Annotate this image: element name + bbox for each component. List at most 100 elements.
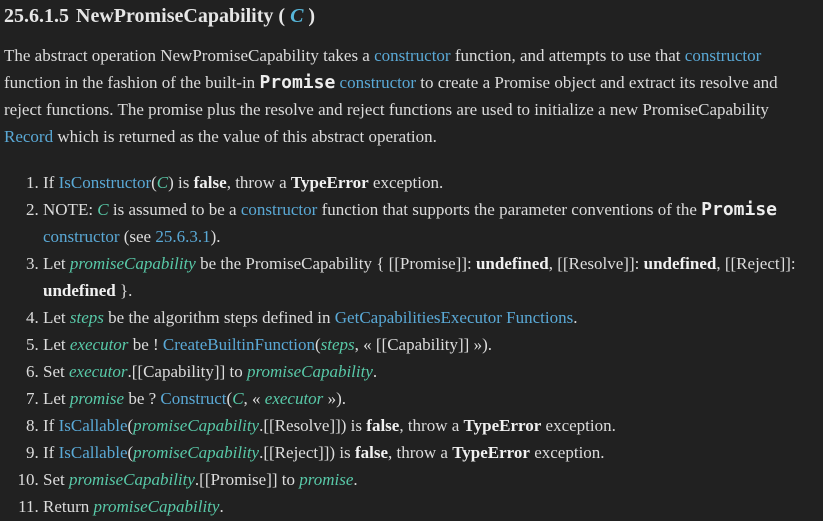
link-getcapabilitiesexecutor[interactable]: GetCapabilitiesExecutor Functions	[335, 308, 573, 327]
link-constructor[interactable]: constructor	[685, 46, 761, 65]
var-steps[interactable]: steps	[321, 335, 355, 354]
code-promise: Promise	[701, 199, 777, 220]
step-text: .	[573, 308, 578, 327]
step-text: Let	[43, 335, 70, 354]
step-text: , throw a	[387, 443, 453, 462]
step-text: If	[43, 173, 59, 192]
value-false: false	[193, 173, 227, 192]
value-typeerror: TypeError	[452, 443, 530, 462]
param-c: C	[290, 5, 304, 27]
code-promise: Promise	[259, 72, 336, 93]
step-text: exception.	[368, 173, 444, 192]
var-c[interactable]: C	[232, 389, 243, 408]
step-text: »).	[323, 389, 346, 408]
step-text: Let	[43, 308, 70, 327]
step-text: .[[Resolve]]) is	[259, 416, 367, 435]
value-undefined: undefined	[43, 281, 116, 300]
var-c[interactable]: C	[157, 173, 168, 192]
link-constructor[interactable]: constructor	[374, 46, 450, 65]
section-heading: 25.6.1.5 NewPromiseCapability ( C )	[4, 0, 819, 29]
spec-section: 25.6.1.5 NewPromiseCapability ( C ) The a…	[0, 0, 823, 520]
intro-text: which is returned as the value of this a…	[53, 127, 437, 146]
step-text: be !	[128, 335, 163, 354]
value-false: false	[366, 416, 400, 435]
step-text: , [[Resolve]]:	[548, 254, 644, 273]
step-5: Let executor be ! CreateBuiltinFunction(…	[43, 331, 819, 358]
var-promisecapability[interactable]: promiseCapability	[70, 254, 196, 273]
var-c[interactable]: C	[97, 200, 108, 219]
step-text: Let	[43, 389, 70, 408]
step-text: exception.	[529, 443, 605, 462]
link-iscallable[interactable]: IsCallable	[59, 443, 128, 462]
step-text: Set	[43, 470, 69, 489]
var-executor[interactable]: executor	[69, 362, 128, 381]
link-construct[interactable]: Construct	[160, 389, 226, 408]
var-executor[interactable]: executor	[70, 335, 129, 354]
step-text: Return	[43, 497, 94, 516]
step-text: NOTE:	[43, 200, 98, 219]
var-promisecapability[interactable]: promiseCapability	[247, 362, 373, 381]
value-typeerror: TypeError	[290, 173, 369, 192]
link-section-25-6-3-1[interactable]: 25.6.3.1	[155, 227, 210, 246]
value-undefined: undefined	[475, 254, 549, 273]
step-text: , «	[243, 389, 265, 408]
step-text: , throw a	[399, 416, 464, 435]
step-text: Let	[43, 254, 70, 273]
paren-close: )	[308, 5, 316, 27]
intro-text: The abstract operation NewPromiseCapabil…	[4, 46, 375, 65]
step-text: .	[372, 362, 378, 381]
var-promise[interactable]: promise	[299, 470, 353, 489]
step-text: }.	[115, 281, 133, 300]
step-text: be the PromiseCapability { [[Promise]]:	[195, 254, 476, 273]
var-promisecapability[interactable]: promiseCapability	[69, 470, 195, 489]
var-promise[interactable]: promise	[70, 389, 124, 408]
step-7: Let promise be ? Construct(C, « executor…	[43, 385, 819, 412]
step-text: If	[43, 443, 59, 462]
var-executor[interactable]: executor	[265, 389, 324, 408]
step-text: .[[Capability]] to	[127, 362, 247, 381]
step-text: .	[219, 497, 224, 516]
algorithm-steps: If IsConstructor(C) is false, throw a Ty…	[4, 169, 819, 520]
step-text: Set	[43, 362, 69, 381]
var-promisecapability[interactable]: promiseCapability	[133, 443, 259, 462]
section-title: NewPromiseCapability	[76, 5, 274, 27]
step-8: If IsCallable(promiseCapability.[[Resolv…	[43, 412, 819, 439]
link-isconstructor[interactable]: IsConstructor	[59, 173, 152, 192]
link-record[interactable]: Record	[4, 127, 53, 146]
link-createbuiltinfunction[interactable]: CreateBuiltinFunction	[163, 335, 315, 354]
step-3: Let promiseCapability be the PromiseCapa…	[43, 250, 819, 304]
paren-open: (	[278, 5, 286, 27]
section-number: 25.6.1.5	[4, 5, 69, 27]
step-text: , throw a	[226, 173, 291, 192]
step-text: (see	[119, 227, 156, 246]
step-6: Set executor.[[Capability]] to promiseCa…	[43, 358, 819, 385]
var-promisecapability[interactable]: promiseCapability	[94, 497, 220, 516]
link-constructor[interactable]: constructor	[241, 200, 317, 219]
value-false: false	[354, 443, 388, 462]
step-text: is assumed to be a	[108, 200, 241, 219]
step-text: .[[Reject]]) is	[259, 443, 355, 462]
step-text: be ?	[124, 389, 161, 408]
link-constructor[interactable]: constructor	[340, 73, 416, 92]
step-text: ) is	[168, 173, 194, 192]
step-text: .	[353, 470, 358, 489]
step-text: be the algorithm steps defined in	[103, 308, 335, 327]
link-iscallable[interactable]: IsCallable	[59, 416, 128, 435]
step-text: , [[Reject]]:	[716, 254, 796, 273]
var-steps[interactable]: steps	[70, 308, 104, 327]
step-10: Set promiseCapability.[[Promise]] to pro…	[43, 466, 819, 493]
step-11: Return promiseCapability.	[43, 493, 819, 520]
step-text: function that supports the parameter con…	[317, 200, 702, 219]
step-1: If IsConstructor(C) is false, throw a Ty…	[43, 169, 819, 196]
step-4: Let steps be the algorithm steps defined…	[43, 304, 819, 331]
link-constructor[interactable]: constructor	[43, 227, 119, 246]
var-promisecapability[interactable]: promiseCapability	[133, 416, 259, 435]
step-2: NOTE: C is assumed to be a constructor f…	[43, 196, 819, 250]
step-text: exception.	[541, 416, 616, 435]
intro-paragraph: The abstract operation NewPromiseCapabil…	[4, 42, 819, 150]
step-text: ).	[210, 227, 221, 246]
intro-text: function, and attempts to use that	[450, 46, 685, 65]
value-undefined: undefined	[643, 254, 717, 273]
intro-text: function in the fashion of the built-in	[4, 73, 260, 92]
step-text: , « [[Capability]] »).	[354, 335, 493, 354]
